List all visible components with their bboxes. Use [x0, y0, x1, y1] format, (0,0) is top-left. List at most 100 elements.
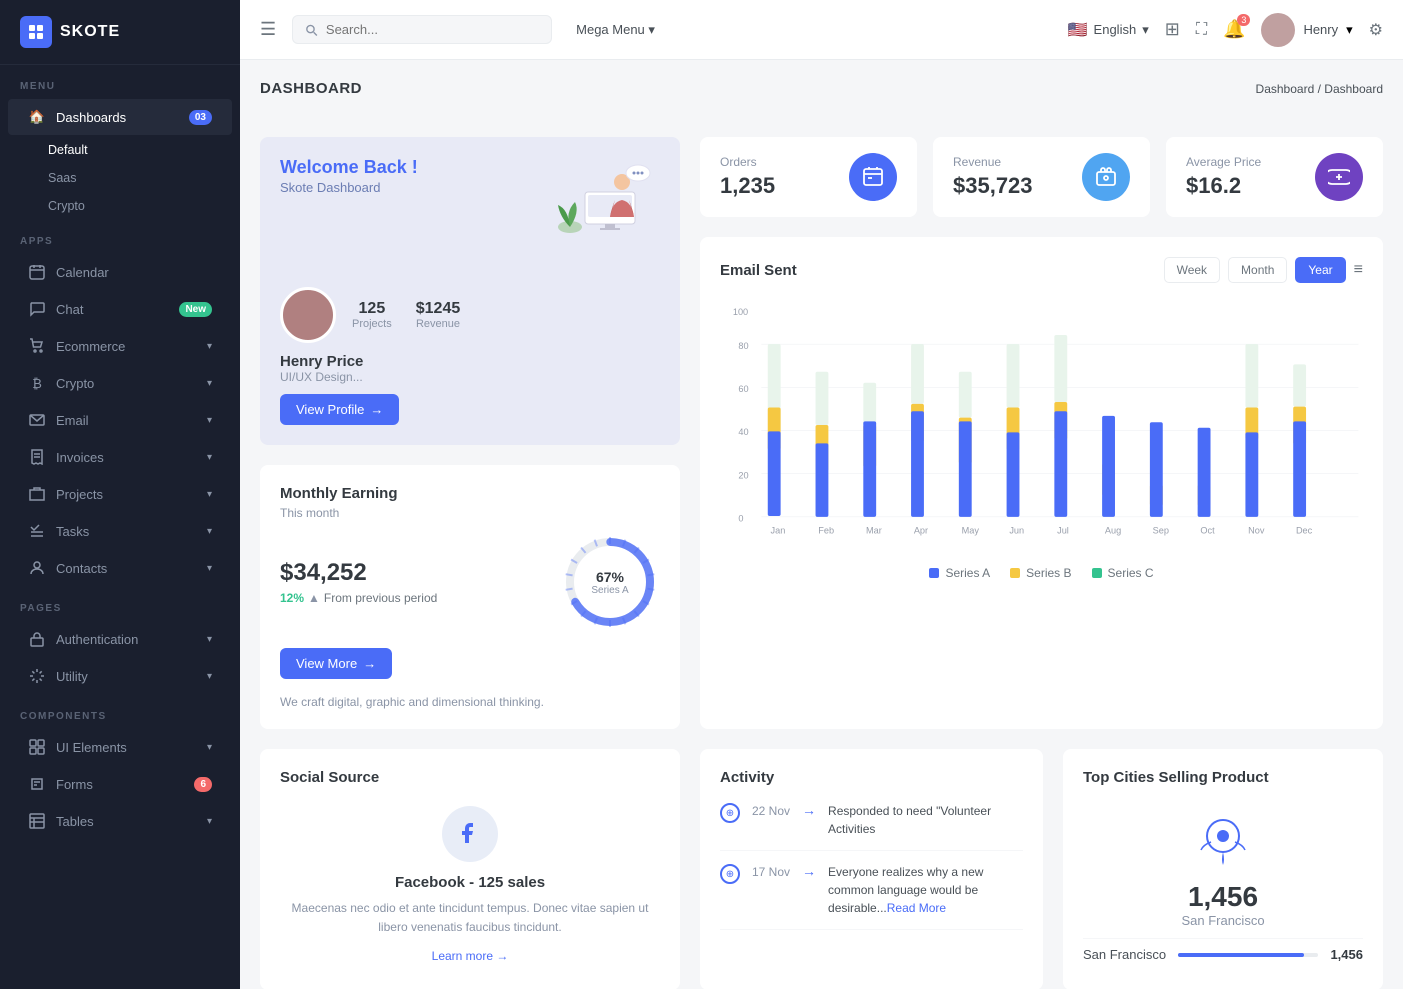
sidebar-item-calendar[interactable]: Calendar	[8, 254, 232, 290]
revenue-label: Revenue	[416, 318, 461, 330]
notification-button[interactable]: 🔔 3	[1223, 19, 1245, 40]
projects-label: Projects	[56, 487, 207, 502]
topbar: ☰ Mega Menu ▾ 🇺🇸 English ▾ ⊞ ⛶ 🔔 3	[240, 0, 1403, 60]
sidebar-item-email[interactable]: Email ▾	[8, 402, 232, 438]
svg-text:Nov: Nov	[1248, 525, 1265, 535]
year-button[interactable]: Year	[1295, 257, 1345, 283]
chevron-down-icon2: ▾	[207, 378, 212, 389]
dashboard-left: Welcome Back ! Skote Dashboard	[260, 137, 680, 729]
activity-clock-icon-2: ⊕	[720, 864, 740, 884]
email-chart-card: Email Sent Week Month Year ≡ 0 20 4	[700, 237, 1383, 729]
welcome-illustration	[550, 157, 660, 237]
hamburger-button[interactable]: ☰	[260, 19, 276, 40]
activity-date-1: 22 Nov	[752, 804, 790, 818]
sidebar-item-utility[interactable]: Utility ▾	[8, 658, 232, 694]
chevron-down-icon3: ▾	[207, 415, 212, 426]
sidebar-item-dashboards[interactable]: 🏠 Dashboards 03	[8, 99, 232, 135]
revenue-stat-value: $35,723	[953, 173, 1033, 199]
ui-elements-label: UI Elements	[56, 740, 207, 755]
invoices-label: Invoices	[56, 450, 207, 465]
donut-label: 67% Series A	[591, 569, 628, 596]
crypto-icon: ₿	[28, 374, 46, 392]
settings-button[interactable]: ⚙	[1369, 20, 1383, 40]
series-b-label: Series B	[1026, 566, 1071, 580]
sidebar-item-invoices[interactable]: Invoices ▾	[8, 439, 232, 475]
sidebar-sub-saas[interactable]: Saas	[0, 164, 240, 192]
earning-footer: We craft digital, graphic and dimensiona…	[280, 695, 660, 709]
crypto-label: Crypto	[56, 376, 207, 391]
sidebar: SKOTE MENU 🏠 Dashboards 03 Default Saas …	[0, 0, 240, 989]
week-button[interactable]: Week	[1164, 257, 1220, 283]
cities-featured-name: San Francisco	[1083, 913, 1363, 928]
view-more-button[interactable]: View More →	[280, 648, 392, 679]
forms-badge: 6	[194, 777, 212, 792]
forms-label: Forms	[56, 777, 194, 792]
search-box	[292, 15, 552, 44]
svg-text:100: 100	[733, 307, 748, 317]
chevron-down-icon9: ▾	[207, 671, 212, 682]
email-chart-svg: 0 20 40 60 80 100	[720, 295, 1363, 555]
top-cities-card: Top Cities Selling Product 1,456 San Fra…	[1063, 749, 1383, 989]
orders-value: 1,235	[720, 173, 775, 199]
social-content: Facebook - 125 sales Maecenas nec odio e…	[280, 806, 660, 963]
contacts-label: Contacts	[56, 561, 207, 576]
sidebar-item-contacts[interactable]: Contacts ▾	[8, 550, 232, 586]
city-name: San Francisco	[1083, 947, 1166, 962]
sidebar-item-authentication[interactable]: Authentication ▾	[8, 621, 232, 657]
learn-more-link[interactable]: Learn more →	[280, 949, 660, 963]
sidebar-item-projects[interactable]: Projects ▾	[8, 476, 232, 512]
social-platform-title: Facebook - 125 sales	[280, 874, 660, 891]
tasks-icon	[28, 522, 46, 540]
sidebar-item-tables[interactable]: Tables ▾	[8, 803, 232, 839]
sidebar-item-chat[interactable]: Chat New	[8, 291, 232, 327]
sidebar-item-ui-elements[interactable]: UI Elements ▾	[8, 729, 232, 765]
notification-badge: 3	[1237, 14, 1250, 26]
dashboard-icon: 🏠	[28, 108, 46, 126]
activity-card: Activity ⊕ 22 Nov → Responded to need "V…	[700, 749, 1043, 989]
grid-button[interactable]: ⊞	[1165, 19, 1180, 40]
chevron-down-icon5: ▾	[207, 489, 212, 500]
section-components: COMPONENTS	[0, 695, 240, 728]
profile-info: Henry Price UI/UX Design...	[280, 353, 660, 384]
sidebar-sub-default[interactable]: Default	[0, 136, 240, 164]
projects-label: Projects	[352, 318, 392, 330]
avg-price-label: Average Price	[1186, 155, 1261, 169]
activity-title: Activity	[720, 769, 1023, 786]
series-b-dot	[1010, 568, 1020, 578]
profile-row: 125 Projects $1245 Revenue	[280, 287, 660, 343]
arrow-right-icon: →	[370, 402, 383, 417]
profile-avatar	[280, 287, 336, 343]
sidebar-item-forms[interactable]: Forms 6	[8, 766, 232, 802]
avg-price-card: Average Price $16.2	[1166, 137, 1383, 217]
month-button[interactable]: Month	[1228, 257, 1287, 283]
mega-menu-button[interactable]: Mega Menu ▾	[576, 22, 655, 38]
sidebar-item-crypto[interactable]: ₿ Crypto ▾	[8, 365, 232, 401]
section-pages: PAGES	[0, 587, 240, 620]
logo-text: SKOTE	[60, 23, 120, 41]
read-more-link[interactable]: Read More	[887, 901, 946, 915]
revenue-stat-label: Revenue	[953, 155, 1033, 169]
svg-text:60: 60	[738, 384, 748, 394]
chevron-down-icon8: ▾	[207, 634, 212, 645]
platform-sales: 125 sales	[478, 874, 545, 891]
profile-role: UI/UX Design...	[280, 370, 660, 384]
sidebar-item-tasks[interactable]: Tasks ▾	[8, 513, 232, 549]
tasks-label: Tasks	[56, 524, 207, 539]
user-menu[interactable]: Henry ▾	[1261, 13, 1352, 47]
ecommerce-icon	[28, 337, 46, 355]
svg-text:Jul: Jul	[1057, 525, 1069, 535]
search-input[interactable]	[326, 22, 539, 37]
city-value: 1,456	[1330, 947, 1363, 962]
sidebar-sub-crypto[interactable]: Crypto	[0, 192, 240, 220]
language-selector[interactable]: 🇺🇸 English ▾	[1068, 20, 1149, 40]
fullscreen-button[interactable]: ⛶	[1196, 21, 1207, 39]
welcome-subtitle: Skote Dashboard	[280, 180, 418, 195]
invoices-icon	[28, 448, 46, 466]
view-profile-button[interactable]: View Profile →	[280, 394, 399, 425]
social-source-title: Social Source	[280, 769, 660, 786]
chevron-down-icon10: ▾	[207, 742, 212, 753]
dashboard-grid: Welcome Back ! Skote Dashboard	[260, 137, 1383, 729]
chart-menu-icon[interactable]: ≡	[1354, 261, 1363, 279]
sidebar-item-ecommerce[interactable]: Ecommerce ▾	[8, 328, 232, 364]
ecommerce-label: Ecommerce	[56, 339, 207, 354]
